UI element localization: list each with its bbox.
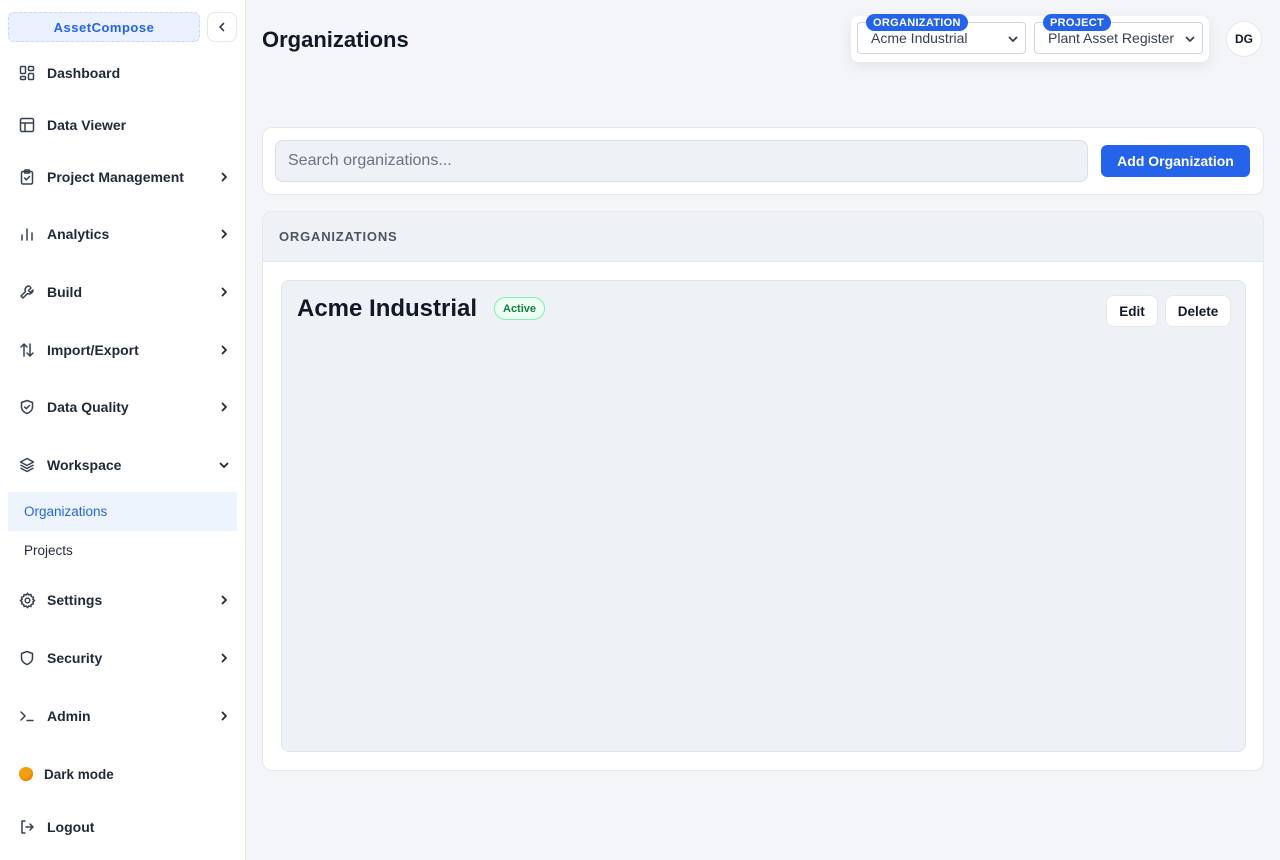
- organization-card: Acme Industrial Active Edit Delete: [281, 280, 1246, 752]
- sidebar-item-analytics[interactable]: Analytics: [8, 216, 238, 252]
- organizations-header: ORGANIZATIONS: [263, 212, 1263, 262]
- sidebar-subitem-organizations[interactable]: Organizations: [8, 492, 237, 531]
- organization-select[interactable]: Acme Industrial ORGANIZATION: [857, 14, 1026, 54]
- app-logo[interactable]: AssetCompose: [8, 12, 200, 42]
- delete-button[interactable]: Delete: [1165, 295, 1231, 327]
- chevron-right-icon: [216, 399, 232, 415]
- logout-icon: [18, 818, 36, 836]
- organizations-panel: ORGANIZATIONS Acme Industrial Active Edi…: [262, 211, 1264, 771]
- chevron-right-icon: [216, 169, 232, 185]
- sidebar-item-security[interactable]: Security: [8, 640, 238, 676]
- layers-icon: [18, 456, 36, 474]
- sidebar-item-label: Dashboard: [47, 65, 121, 81]
- chevron-left-icon: [219, 22, 225, 32]
- search-toolbar: Add Organization: [262, 127, 1264, 195]
- sidebar-item-project-management[interactable]: Project Management: [8, 159, 238, 195]
- gear-icon: [18, 591, 36, 609]
- organization-select-value: Acme Industrial: [871, 30, 968, 46]
- dark-mode-label: Dark mode: [44, 766, 114, 782]
- sidebar-item-admin[interactable]: Admin: [8, 698, 238, 734]
- logout-button[interactable]: Logout: [8, 809, 238, 845]
- chevron-down-icon: [1007, 32, 1019, 48]
- sidebar-item-label: Import/Export: [47, 342, 139, 358]
- status-badge: Active: [494, 297, 546, 320]
- project-select[interactable]: Plant Asset Register PROJECT: [1034, 14, 1203, 54]
- sidebar-item-label: Data Viewer: [47, 117, 127, 133]
- shield-icon: [18, 649, 36, 667]
- project-select-value: Plant Asset Register: [1048, 30, 1175, 46]
- sidebar-item-label: Admin: [47, 708, 91, 724]
- sidebar-item-dashboard[interactable]: Dashboard: [8, 55, 238, 91]
- sidebar-item-import-export[interactable]: Import/Export: [8, 332, 238, 368]
- sidebar-item-label: Security: [47, 650, 103, 666]
- sidebar-item-label: Build: [47, 284, 82, 300]
- search-input[interactable]: [275, 140, 1088, 182]
- organization-badge: ORGANIZATION: [866, 14, 968, 31]
- arrows-up-down-icon: [18, 341, 36, 359]
- context-switcher: Acme Industrial ORGANIZATION Plant Asset…: [851, 14, 1209, 62]
- chevron-right-icon: [216, 226, 232, 242]
- edit-button[interactable]: Edit: [1106, 295, 1158, 327]
- table-icon: [18, 116, 36, 134]
- user-avatar[interactable]: DG: [1226, 21, 1262, 57]
- page-title: Organizations: [262, 27, 409, 52]
- chevron-right-icon: [216, 650, 232, 666]
- sidebar-item-label: Workspace: [47, 457, 122, 473]
- chevron-down-icon: [216, 457, 232, 473]
- dashboard-icon: [18, 64, 36, 82]
- chevron-right-icon: [216, 708, 232, 724]
- sidebar-item-workspace[interactable]: Workspace: [8, 447, 238, 483]
- sidebar-item-label: Analytics: [47, 226, 110, 242]
- collapse-sidebar-button[interactable]: [207, 12, 237, 42]
- sidebar-item-label: Data Quality: [47, 399, 129, 415]
- add-organization-button[interactable]: Add Organization: [1101, 145, 1250, 177]
- dark-mode-toggle[interactable]: Dark mode: [8, 756, 238, 792]
- bar-chart-icon: [18, 225, 36, 243]
- sidebar-item-data-viewer[interactable]: Data Viewer: [8, 107, 238, 143]
- organization-name: Acme Industrial: [297, 295, 478, 322]
- terminal-icon: [18, 707, 36, 725]
- shield-check-icon: [18, 398, 36, 416]
- sidebar-item-label: Settings: [47, 592, 103, 608]
- sidebar-item-data-quality[interactable]: Data Quality: [8, 389, 238, 425]
- sidebar-subitem-projects[interactable]: Projects: [8, 531, 237, 570]
- sidebar-item-label: Project Management: [47, 169, 184, 185]
- logout-label: Logout: [47, 819, 95, 835]
- clipboard-check-icon: [18, 168, 36, 186]
- project-badge: PROJECT: [1043, 14, 1112, 31]
- sidebar-item-settings[interactable]: Settings: [8, 582, 238, 618]
- chevron-down-icon: [1184, 32, 1196, 48]
- sidebar-item-build[interactable]: Build: [8, 274, 238, 310]
- chevron-right-icon: [216, 592, 232, 608]
- wrench-icon: [18, 283, 36, 301]
- sun-icon: [19, 767, 33, 781]
- chevron-right-icon: [216, 342, 232, 358]
- sidebar: AssetCompose Dashboard Data Viewer Proje…: [0, 0, 246, 860]
- chevron-right-icon: [216, 284, 232, 300]
